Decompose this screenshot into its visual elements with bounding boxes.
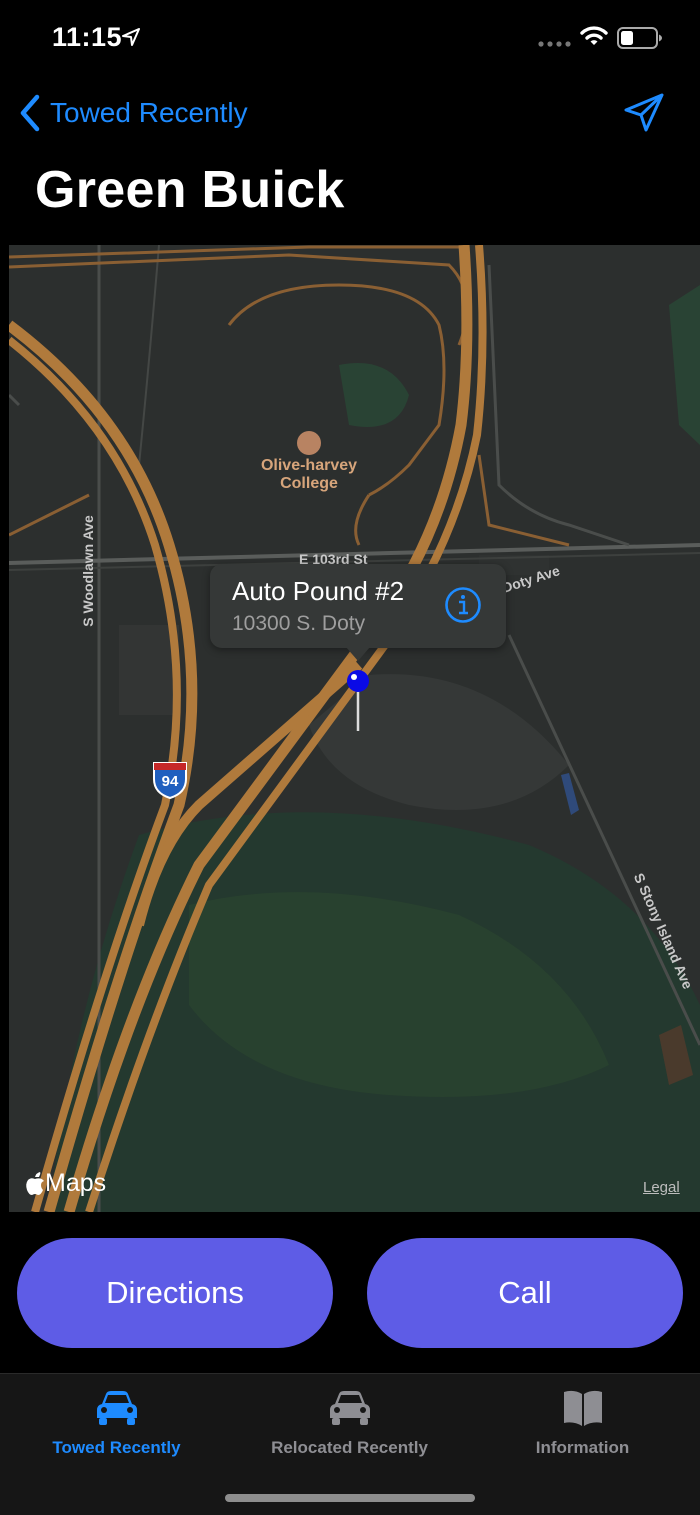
status-bar: 11:15 xyxy=(0,0,700,76)
call-button[interactable]: Call xyxy=(367,1238,683,1348)
callout-title: Auto Pound #2 xyxy=(232,576,405,606)
map-label-college: Olive-harvey College xyxy=(260,457,358,492)
tab-information[interactable]: Information xyxy=(466,1388,699,1468)
tab-towed-recently[interactable]: Towed Recently xyxy=(0,1388,233,1468)
book-icon xyxy=(563,1390,602,1426)
directions-button[interactable]: Directions xyxy=(17,1238,333,1348)
college-icon xyxy=(297,431,321,455)
map-callout[interactable]: Auto Pound #2 10300 S. Doty xyxy=(210,564,506,648)
callout-tail xyxy=(346,647,370,661)
back-button-label: Towed Recently xyxy=(50,97,248,128)
tab-label: Relocated Recently xyxy=(271,1438,428,1457)
car-icon xyxy=(329,1391,370,1425)
tab-label: Information xyxy=(535,1438,630,1457)
info-icon[interactable] xyxy=(444,586,482,624)
map-view[interactable]: Olive-harvey College E 103rd St Doty Ave… xyxy=(9,245,700,1212)
chevron-left-icon xyxy=(20,94,40,132)
back-button[interactable]: Towed Recently xyxy=(18,92,248,134)
tab-relocated-recently[interactable]: Relocated Recently xyxy=(233,1388,466,1468)
tab-bar: Towed Recently Relocated Recently Inform… xyxy=(0,1373,700,1515)
wifi-icon xyxy=(580,26,608,45)
tab-label: Towed Recently xyxy=(52,1438,181,1457)
maps-attribution-text: Maps xyxy=(45,1169,107,1197)
cellular-signal-icon xyxy=(538,41,571,47)
interstate-shield: 94 xyxy=(152,761,188,800)
battery-icon xyxy=(617,27,662,49)
location-arrow-icon xyxy=(122,28,140,46)
apple-logo-icon xyxy=(26,1171,44,1195)
map-pin-icon[interactable] xyxy=(346,669,370,733)
car-icon xyxy=(96,1391,137,1425)
interstate-number: 94 xyxy=(161,773,179,790)
home-indicator xyxy=(225,1494,475,1502)
send-location-icon[interactable] xyxy=(622,92,666,134)
page-title: Green Buick xyxy=(35,161,345,219)
legal-link[interactable]: Legal xyxy=(643,1179,680,1196)
status-time: 11:15 xyxy=(52,22,123,52)
map-label-woodlawn: S Woodlawn Ave xyxy=(79,515,96,627)
maps-attribution: Maps xyxy=(25,1169,106,1198)
callout-subtitle: 10300 S. Doty xyxy=(232,612,366,635)
